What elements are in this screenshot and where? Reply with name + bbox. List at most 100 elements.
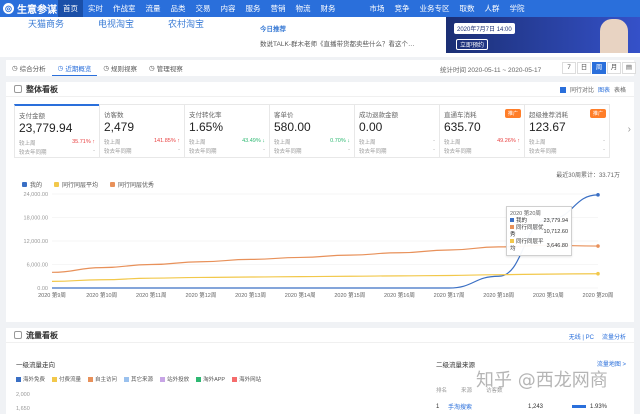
nav-item[interactable]: 实时: [83, 0, 108, 17]
tooltip-name: 同行同层优秀: [510, 225, 544, 238]
metric-card[interactable]: 成功退款金额 0.00 较上周 - 较去年同期 -: [354, 104, 440, 158]
collapse-icon[interactable]: [14, 331, 22, 339]
traffic-legend-item[interactable]: 其它来源: [124, 375, 153, 383]
banner-tab[interactable]: 天猫商务: [28, 17, 64, 30]
nav-item[interactable]: 学院: [505, 0, 530, 17]
metric-compare: 较上周 49.26% ↑: [444, 138, 520, 146]
period-button[interactable]: 7: [562, 62, 576, 74]
nav-item[interactable]: 物流: [291, 0, 316, 17]
date-range[interactable]: 统计时间 2020-05-11 ~ 2020-05-17: [440, 64, 541, 74]
metric-card[interactable]: 直通车消耗 635.70 较上周 49.26% ↑ 较去年同期 - 推广: [439, 104, 525, 158]
tooltip-value: 10,712.60: [543, 228, 568, 235]
x-tick-label: 2020 第13周: [235, 291, 266, 299]
filter-tab[interactable]: ◷ 管理视察: [143, 60, 189, 76]
compare-value: -: [433, 138, 435, 144]
clock-icon: ◷: [12, 65, 18, 72]
traffic-legend-item[interactable]: 淘外APP: [196, 375, 225, 383]
secondary-title: 二级流量来源: [436, 362, 475, 369]
peer-label: 较去年同期: [529, 149, 557, 155]
app-logo[interactable]: ◎ 生意参谋: [0, 1, 58, 16]
promo-tag: 推广: [589, 109, 606, 118]
nav-item[interactable]: 财务: [316, 0, 341, 17]
compare-checkbox[interactable]: [559, 86, 566, 93]
metric-card[interactable]: 客单价 580.00 较上周 0.70% ↓ 较去年同期 -: [269, 104, 355, 158]
tooltip-value: 3,646.80: [546, 242, 568, 249]
traffic-legend-item[interactable]: 自主访问: [88, 375, 117, 383]
metric-peer: 较去年同期 -: [104, 147, 180, 155]
nav-item[interactable]: 交易: [191, 0, 216, 17]
traffic-legend-item[interactable]: 站外投放: [160, 375, 189, 383]
news-text[interactable]: 数说TALK-群木老师《直播带货都卖些什么？看这个…: [260, 41, 414, 48]
metric-compare: 较上周 141.85% ↑: [104, 138, 180, 146]
metric-value: 580.00: [274, 120, 311, 134]
chart-toggle[interactable]: 图表: [598, 85, 610, 94]
series-point[interactable]: [596, 193, 600, 197]
metric-card[interactable]: 超级推荐消耗 123.67 较上周 - 较去年同期 - 推广: [524, 104, 610, 158]
share-bar: [572, 405, 586, 408]
metric-card[interactable]: 访客数 2,479 较上周 141.85% ↑ 较去年同期 -: [99, 104, 185, 158]
nav-item[interactable]: 营销: [266, 0, 291, 17]
collapse-icon[interactable]: [14, 85, 22, 93]
nav-item[interactable]: 业务专区: [415, 0, 455, 17]
chevron-right-icon[interactable]: ›: [628, 124, 631, 135]
traffic-legend-item[interactable]: 海外免费: [16, 375, 45, 383]
peer-value: -: [348, 147, 350, 153]
promo-ad[interactable]: 2020年7月7日 14:00 立即预约: [446, 17, 640, 53]
filter-tab[interactable]: ◷ 规则视察: [97, 60, 143, 76]
nav-item[interactable]: 内容: [216, 0, 241, 17]
nav-item[interactable]: 流量: [141, 0, 166, 17]
nav-item[interactable]: 人群: [480, 0, 505, 17]
table-row[interactable]: 1 手淘搜索 1,243 1.93%: [436, 402, 626, 412]
peer-value: -: [93, 148, 95, 154]
metric-label: 支付金额: [19, 113, 45, 120]
nav-item[interactable]: 首页: [58, 0, 83, 17]
compare-label: 较上周: [189, 140, 206, 146]
period-button-active[interactable]: 周: [592, 62, 606, 74]
tooltip-row: 同行同层平均 3,646.80: [510, 239, 568, 253]
series-line-1[interactable]: [51, 273, 599, 282]
metric-label: 客单价: [274, 112, 294, 119]
metric-card[interactable]: 支付金额 23,779.94 较上周 35.71% ↑ 较去年同期 -: [14, 104, 100, 158]
x-tick-label: 2020 第16周: [384, 291, 415, 299]
ad-button[interactable]: 立即预约: [456, 39, 489, 50]
tooltip-value: 23,779.94: [543, 218, 568, 224]
nav-item[interactable]: 竞争: [390, 0, 415, 17]
nav-item[interactable]: 品类: [166, 0, 191, 17]
series-point[interactable]: [596, 244, 600, 248]
banner-news[interactable]: 今日推荐 数说TALK-群木老师《直播带货都卖些什么？看这个…: [260, 23, 414, 48]
legend-label: 站外投放: [167, 377, 190, 383]
x-tick-label: 2020 第18周: [483, 291, 514, 299]
period-button[interactable]: 日: [577, 62, 591, 74]
nav-item[interactable]: 作战室: [108, 0, 141, 17]
overview-panel: 整体看板 同行对比 图表 表格 支付金额 23,779.94 较上周 35.71% ↑…: [6, 82, 634, 322]
filter-tab[interactable]: ◷ 综合分析: [6, 60, 52, 76]
nav-items: 首页 实时 作战室 流量 品类 交易 内容 服务 营销 物流 财务 市场 竞争 业务专区 取数 人群 学院: [58, 0, 530, 17]
traffic-legend-item[interactable]: 海外网站: [232, 375, 261, 383]
traffic-legend: 海外免费 付费流量 自主访问 其它来源 站外投放 淘外APP 海外网站: [16, 375, 261, 383]
period-button[interactable]: 月: [607, 62, 621, 74]
traffic-legend-item[interactable]: 付费流量: [52, 375, 81, 383]
peer-label: 较去年同期: [359, 149, 387, 155]
tooltip-swatch: [510, 218, 514, 222]
nav-item[interactable]: 服务: [241, 0, 266, 17]
row-source[interactable]: 手淘搜索: [448, 402, 528, 411]
compare-label: 同行对比: [569, 88, 594, 94]
calendar-icon[interactable]: ▤: [622, 62, 636, 74]
metric-card[interactable]: 支付转化率 1.65% 较上周 43.49% ↓ 较去年同期 -: [184, 104, 270, 158]
filter-tab[interactable]: ◷ 近期概览: [51, 60, 98, 76]
filter-tabs: ◷ 综合分析 ◷ 近期概览 ◷ 规则视察 ◷ 管理视察: [6, 60, 189, 76]
metric-peer: 较去年同期 -: [189, 147, 265, 155]
nav-item[interactable]: 取数: [455, 0, 480, 17]
nav-item[interactable]: 市场: [365, 0, 390, 17]
traffic-analysis-link[interactable]: 流量分析: [602, 332, 626, 341]
table-toggle[interactable]: 表格: [614, 85, 626, 94]
series-point[interactable]: [596, 271, 600, 276]
banner-tab[interactable]: 农村淘宝: [168, 17, 204, 30]
filter-tab-label: 近期概览: [65, 65, 92, 73]
overview-title: 整体看板: [26, 84, 58, 94]
x-tick-label: 2020 第10周: [86, 291, 117, 299]
trend-up-icon: ↑: [517, 138, 520, 144]
banner-tab[interactable]: 电视淘宝: [98, 17, 134, 30]
device-toggle[interactable]: 无线 | PC: [569, 332, 594, 341]
metric-value: 23,779.94: [19, 121, 73, 135]
